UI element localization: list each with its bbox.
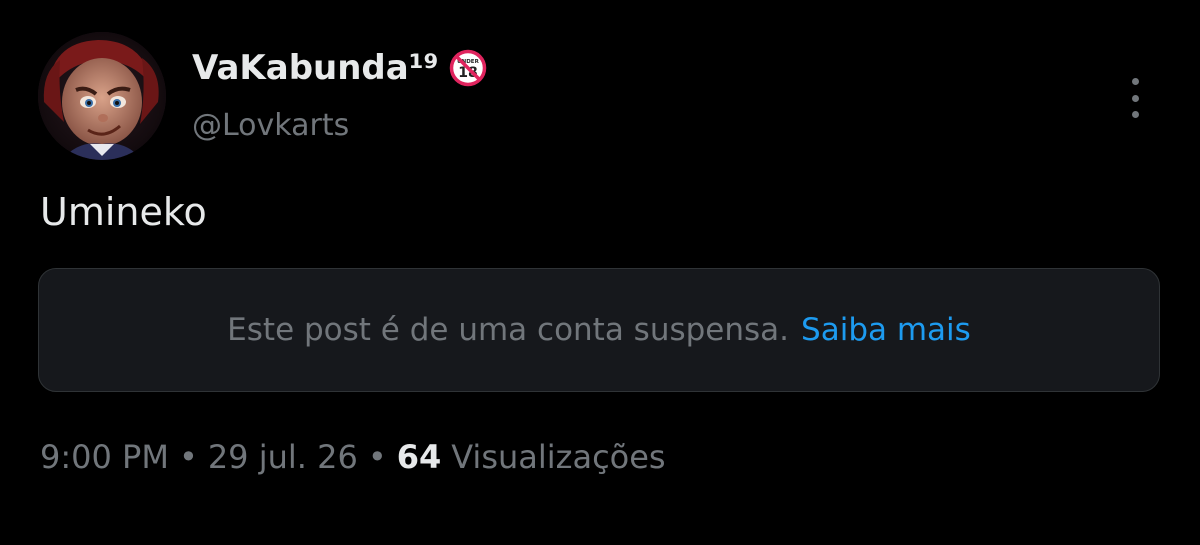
meta-separator: • [178, 438, 198, 476]
post-time[interactable]: 9:00 PM [40, 438, 169, 476]
learn-more-link[interactable]: Saiba mais [801, 312, 971, 348]
avatar[interactable] [38, 32, 166, 160]
post-date[interactable]: 29 jul. 26 [208, 438, 358, 476]
avatar-image [38, 32, 166, 160]
post-container: VaKabunda¹⁹ UNDER 18 @Lovkarts Umineko E… [0, 0, 1200, 545]
more-dot [1131, 111, 1139, 118]
views-count: 64 [396, 438, 442, 476]
under-18-icon: UNDER 18 [449, 49, 487, 87]
more-options-icon[interactable] [1118, 74, 1152, 122]
post-text: Umineko [40, 190, 207, 234]
author-name-row: VaKabunda¹⁹ UNDER 18 [192, 44, 487, 92]
suspended-account-notice: Este post é de uma conta suspensa. Saiba… [38, 268, 1160, 392]
author-display-name[interactable]: VaKabunda¹⁹ [192, 48, 439, 88]
meta-separator: • [367, 438, 387, 476]
post-meta: 9:00 PM • 29 jul. 26 • 64 Visualizações [40, 438, 666, 476]
more-dot [1131, 78, 1139, 85]
views-label: Visualizações [451, 438, 666, 476]
notice-text: Este post é de uma conta suspensa. [227, 312, 790, 348]
more-dot [1131, 94, 1139, 102]
author-handle[interactable]: @Lovkarts [192, 108, 349, 143]
